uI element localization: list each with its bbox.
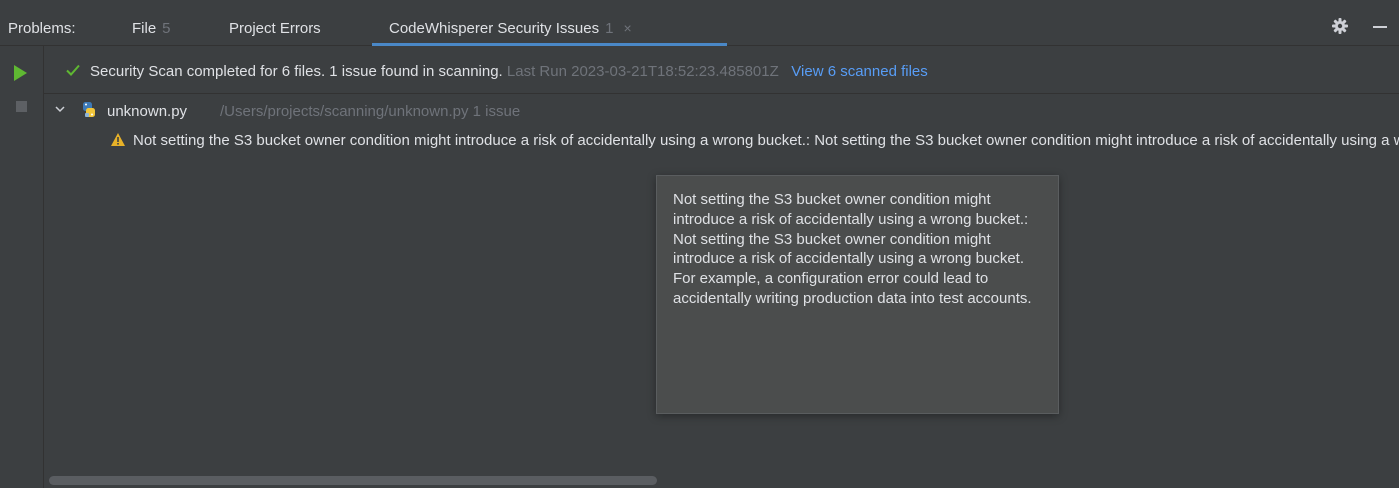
- tab-security-label: CodeWhisperer Security Issues: [389, 20, 600, 37]
- chevron-down-icon[interactable]: [55, 104, 65, 114]
- scan-summary-row: Security Scan completed for 6 files. 1 i…: [44, 46, 1399, 94]
- gear-icon[interactable]: [1331, 17, 1349, 35]
- side-toolbar: [0, 46, 44, 488]
- file-path-and-count: /Users/projects/scanning/unknown.py 1 is…: [220, 103, 520, 120]
- tab-project-errors[interactable]: Project Errors: [229, 20, 321, 37]
- panel-title: Problems:: [8, 20, 76, 37]
- tab-file-count: 5: [162, 20, 171, 37]
- scan-summary-text: Security Scan completed for 6 files. 1 i…: [90, 63, 928, 80]
- file-path: /Users/projects/scanning/unknown.py: [220, 103, 469, 120]
- check-icon: [66, 64, 80, 76]
- minimize-icon[interactable]: [1373, 17, 1389, 35]
- scrollbar-thumb[interactable]: [49, 476, 657, 485]
- warning-icon: [111, 133, 125, 146]
- scan-status: Security Scan completed for 6 files. 1 i…: [90, 63, 503, 80]
- tab-bar: Problems: File 5 Project Errors CodeWhisp…: [0, 0, 1399, 46]
- horizontal-scrollbar[interactable]: [44, 472, 1399, 488]
- tab-project-errors-label: Project Errors: [229, 20, 321, 37]
- stop-icon[interactable]: [16, 101, 27, 112]
- issue-tooltip: Not setting the S3 bucket owner conditio…: [656, 175, 1059, 414]
- tab-file[interactable]: File 5: [132, 20, 171, 37]
- file-issue-count: 1 issue: [472, 103, 521, 120]
- tooltip-text: Not setting the S3 bucket owner conditio…: [673, 191, 1032, 307]
- tab-file-label: File: [132, 20, 157, 37]
- file-node[interactable]: unknown.py /Users/projects/scanning/unkn…: [44, 100, 1399, 124]
- issue-row[interactable]: Not setting the S3 bucket owner conditio…: [44, 129, 1399, 153]
- tab-close-icon[interactable]: ×: [623, 20, 631, 36]
- tab-codewhisperer-security-issues[interactable]: CodeWhisperer Security Issues 1 ×: [389, 20, 632, 37]
- issue-text: Not setting the S3 bucket owner conditio…: [133, 132, 1399, 149]
- last-run-timestamp: Last Run 2023-03-21T18:52:23.485801Z: [506, 63, 779, 80]
- file-name: unknown.py: [107, 103, 188, 120]
- view-scanned-files-link[interactable]: View 6 scanned files: [791, 63, 927, 80]
- tab-security-count: 1: [605, 20, 614, 37]
- python-file-icon: [83, 102, 95, 117]
- run-icon[interactable]: [14, 65, 27, 81]
- problems-tool-window: Problems: File 5 Project Errors CodeWhisp…: [0, 0, 1399, 488]
